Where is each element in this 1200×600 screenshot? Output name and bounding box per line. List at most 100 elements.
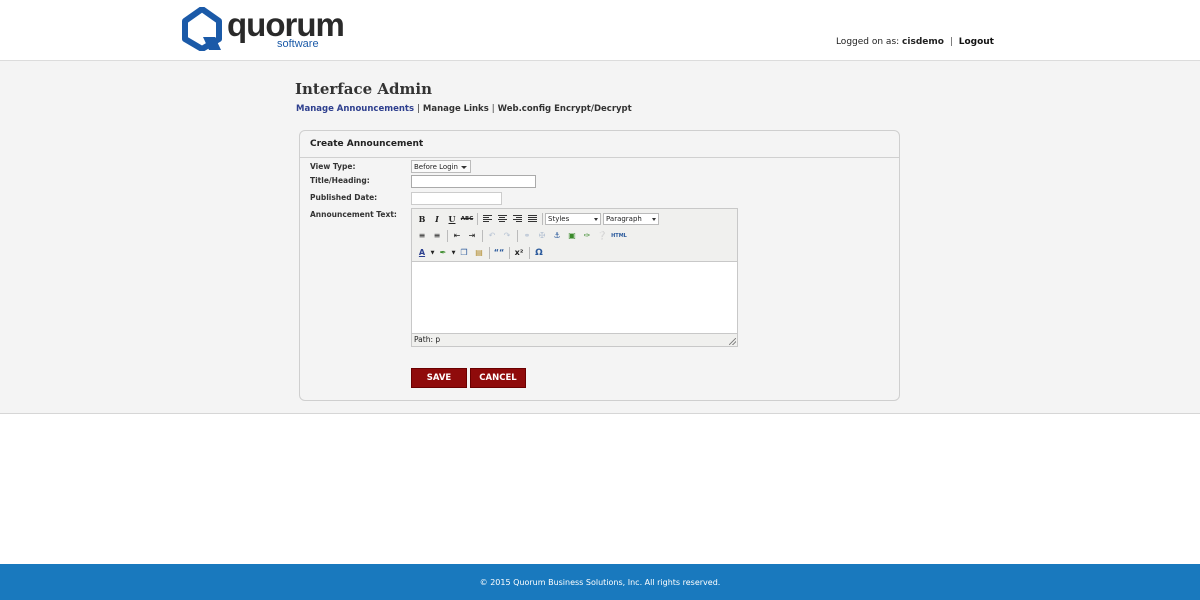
chevron-down-icon: ▼ [430,249,435,256]
align-center-icon [497,215,507,222]
editor-path: Path: p [414,335,441,344]
toolbar-separator [447,229,448,242]
numbered-list-icon: ≡ [433,231,441,240]
highlight-color-dropdown[interactable]: ▼ [451,246,456,260]
undo-button[interactable]: ↶ [485,229,499,243]
strikethrough-button[interactable]: ABC [460,212,474,226]
published-date-label: Published Date: [310,193,378,202]
page-footer: © 2015 Quorum Business Solutions, Inc. A… [0,564,1200,600]
published-date-input[interactable] [411,192,502,205]
bold-button[interactable]: B [415,212,429,226]
justify-button[interactable] [525,212,539,226]
subnav-manage-announcements[interactable]: Manage Announcements [296,104,414,114]
page-title: Interface Admin [295,80,432,98]
logged-on-label: Logged on as: [835,37,900,47]
toolbar-separator [489,246,490,259]
chevron-down-icon: ▼ [451,249,456,256]
subnav-separator: | [417,104,420,114]
toolbar-separator [477,212,478,225]
username: cisdemo [902,37,944,47]
paste-text-button[interactable]: ❐ [457,246,471,260]
highlight-color-button[interactable]: ✒ [436,246,450,260]
editor-status-bar: Path: p [412,333,737,346]
link-button[interactable]: ⚭ [520,229,534,243]
anchor-button[interactable]: ⚓ [550,229,564,243]
bullet-list-button[interactable]: ≡ [415,229,429,243]
numbered-list-button[interactable]: ≡ [430,229,444,243]
user-bar-separator: | [949,37,953,47]
image-icon: ▣ [568,231,576,240]
italic-button[interactable]: I [430,212,444,226]
toolbar-separator [542,212,543,225]
paste-word-button[interactable]: ▤ [472,246,486,260]
subnav-webconfig-encrypt[interactable]: Web.config Encrypt/Decrypt [498,104,632,114]
toolbar-separator [517,229,518,242]
align-justify-icon [527,215,537,222]
help-icon: ❔ [597,231,607,240]
cleanup-button[interactable]: ✑ [580,229,594,243]
help-button[interactable]: ❔ [595,229,609,243]
toolbar-separator [509,246,510,259]
redo-icon: ↷ [503,231,511,240]
create-announcement-panel: Create Announcement View Type: Before Lo… [299,130,900,401]
bullet-list-icon: ≡ [418,231,426,240]
highlighter-icon: ✒ [439,248,447,257]
toolbar-row-3: A ▼ ✒ ▼ ❐ ▤ ““ x² Ω [415,245,547,260]
align-right-button[interactable] [510,212,524,226]
paste-text-icon: ❐ [460,248,468,257]
chevron-down-icon [461,166,467,169]
editor-content-area[interactable] [412,262,737,333]
redo-button[interactable]: ↷ [500,229,514,243]
toolbar-row-2: ≡ ≡ ⇤ ⇥ ↶ ↷ ⚭ ✠ ⚓ ▣ ✑ ❔ HTML [415,228,629,243]
special-character-button[interactable]: Ω [532,246,546,260]
link-icon: ⚭ [523,231,531,240]
subnav-manage-links[interactable]: Manage Links [423,104,489,114]
unlink-button[interactable]: ✠ [535,229,549,243]
subnav-separator: | [491,104,495,114]
chevron-down-icon [594,217,598,221]
align-left-button[interactable] [480,212,494,226]
toolbar-separator [482,229,483,242]
align-right-icon [512,215,522,222]
html-source-button[interactable]: HTML [610,229,628,243]
styles-dropdown-value: Styles [548,214,570,223]
user-bar: Logged on as: cisdemo | Logout [836,37,994,47]
brush-icon: ✑ [583,231,591,240]
blockquote-button[interactable]: ““ [492,246,506,260]
image-button[interactable]: ▣ [565,229,579,243]
brand-tagline: software [277,38,319,50]
outdent-button[interactable]: ⇤ [450,229,464,243]
editor-toolbar: B I U ABC Styles Paragraph ≡ ≡ ⇤ ⇥ ↶ ↷ ⚭… [412,209,737,262]
paste-word-icon: ▤ [475,248,483,257]
text-color-dropdown[interactable]: ▼ [430,246,435,260]
text-color-icon: A [418,248,426,257]
format-dropdown-value: Paragraph [606,214,642,223]
title-heading-label: Title/Heading: [310,176,370,185]
resize-grip-icon[interactable] [729,338,736,345]
copyright-text: © 2015 Quorum Business Solutions, Inc. A… [479,577,721,587]
indent-button[interactable]: ⇥ [465,229,479,243]
indent-icon: ⇥ [468,231,476,240]
anchor-icon: ⚓ [553,231,561,240]
toolbar-separator [529,246,530,259]
align-center-button[interactable] [495,212,509,226]
text-color-button[interactable]: A [415,246,429,260]
admin-subnav: Manage Announcements | Manage Links | Web.co… [296,104,632,114]
align-left-icon [482,215,492,222]
superscript-button[interactable]: x² [512,246,526,260]
announcement-text-label: Announcement Text: [310,210,397,219]
underline-button[interactable]: U [445,212,459,226]
rich-text-editor: B I U ABC Styles Paragraph ≡ ≡ ⇤ ⇥ ↶ ↷ ⚭… [411,208,738,347]
outdent-icon: ⇤ [453,231,461,240]
format-dropdown[interactable]: Paragraph [603,212,659,225]
chevron-down-icon [652,217,656,221]
unlink-icon: ✠ [538,231,546,240]
save-button[interactable]: SAVE [411,368,467,388]
title-heading-input[interactable] [411,175,536,188]
view-type-select[interactable]: Before Login [411,160,471,173]
quorum-q-icon [182,7,222,51]
logout-link[interactable]: Logout [959,37,994,47]
styles-dropdown[interactable]: Styles [545,212,601,225]
cancel-button[interactable]: CANCEL [470,368,526,388]
quorum-logo[interactable]: quorum software [181,7,345,51]
